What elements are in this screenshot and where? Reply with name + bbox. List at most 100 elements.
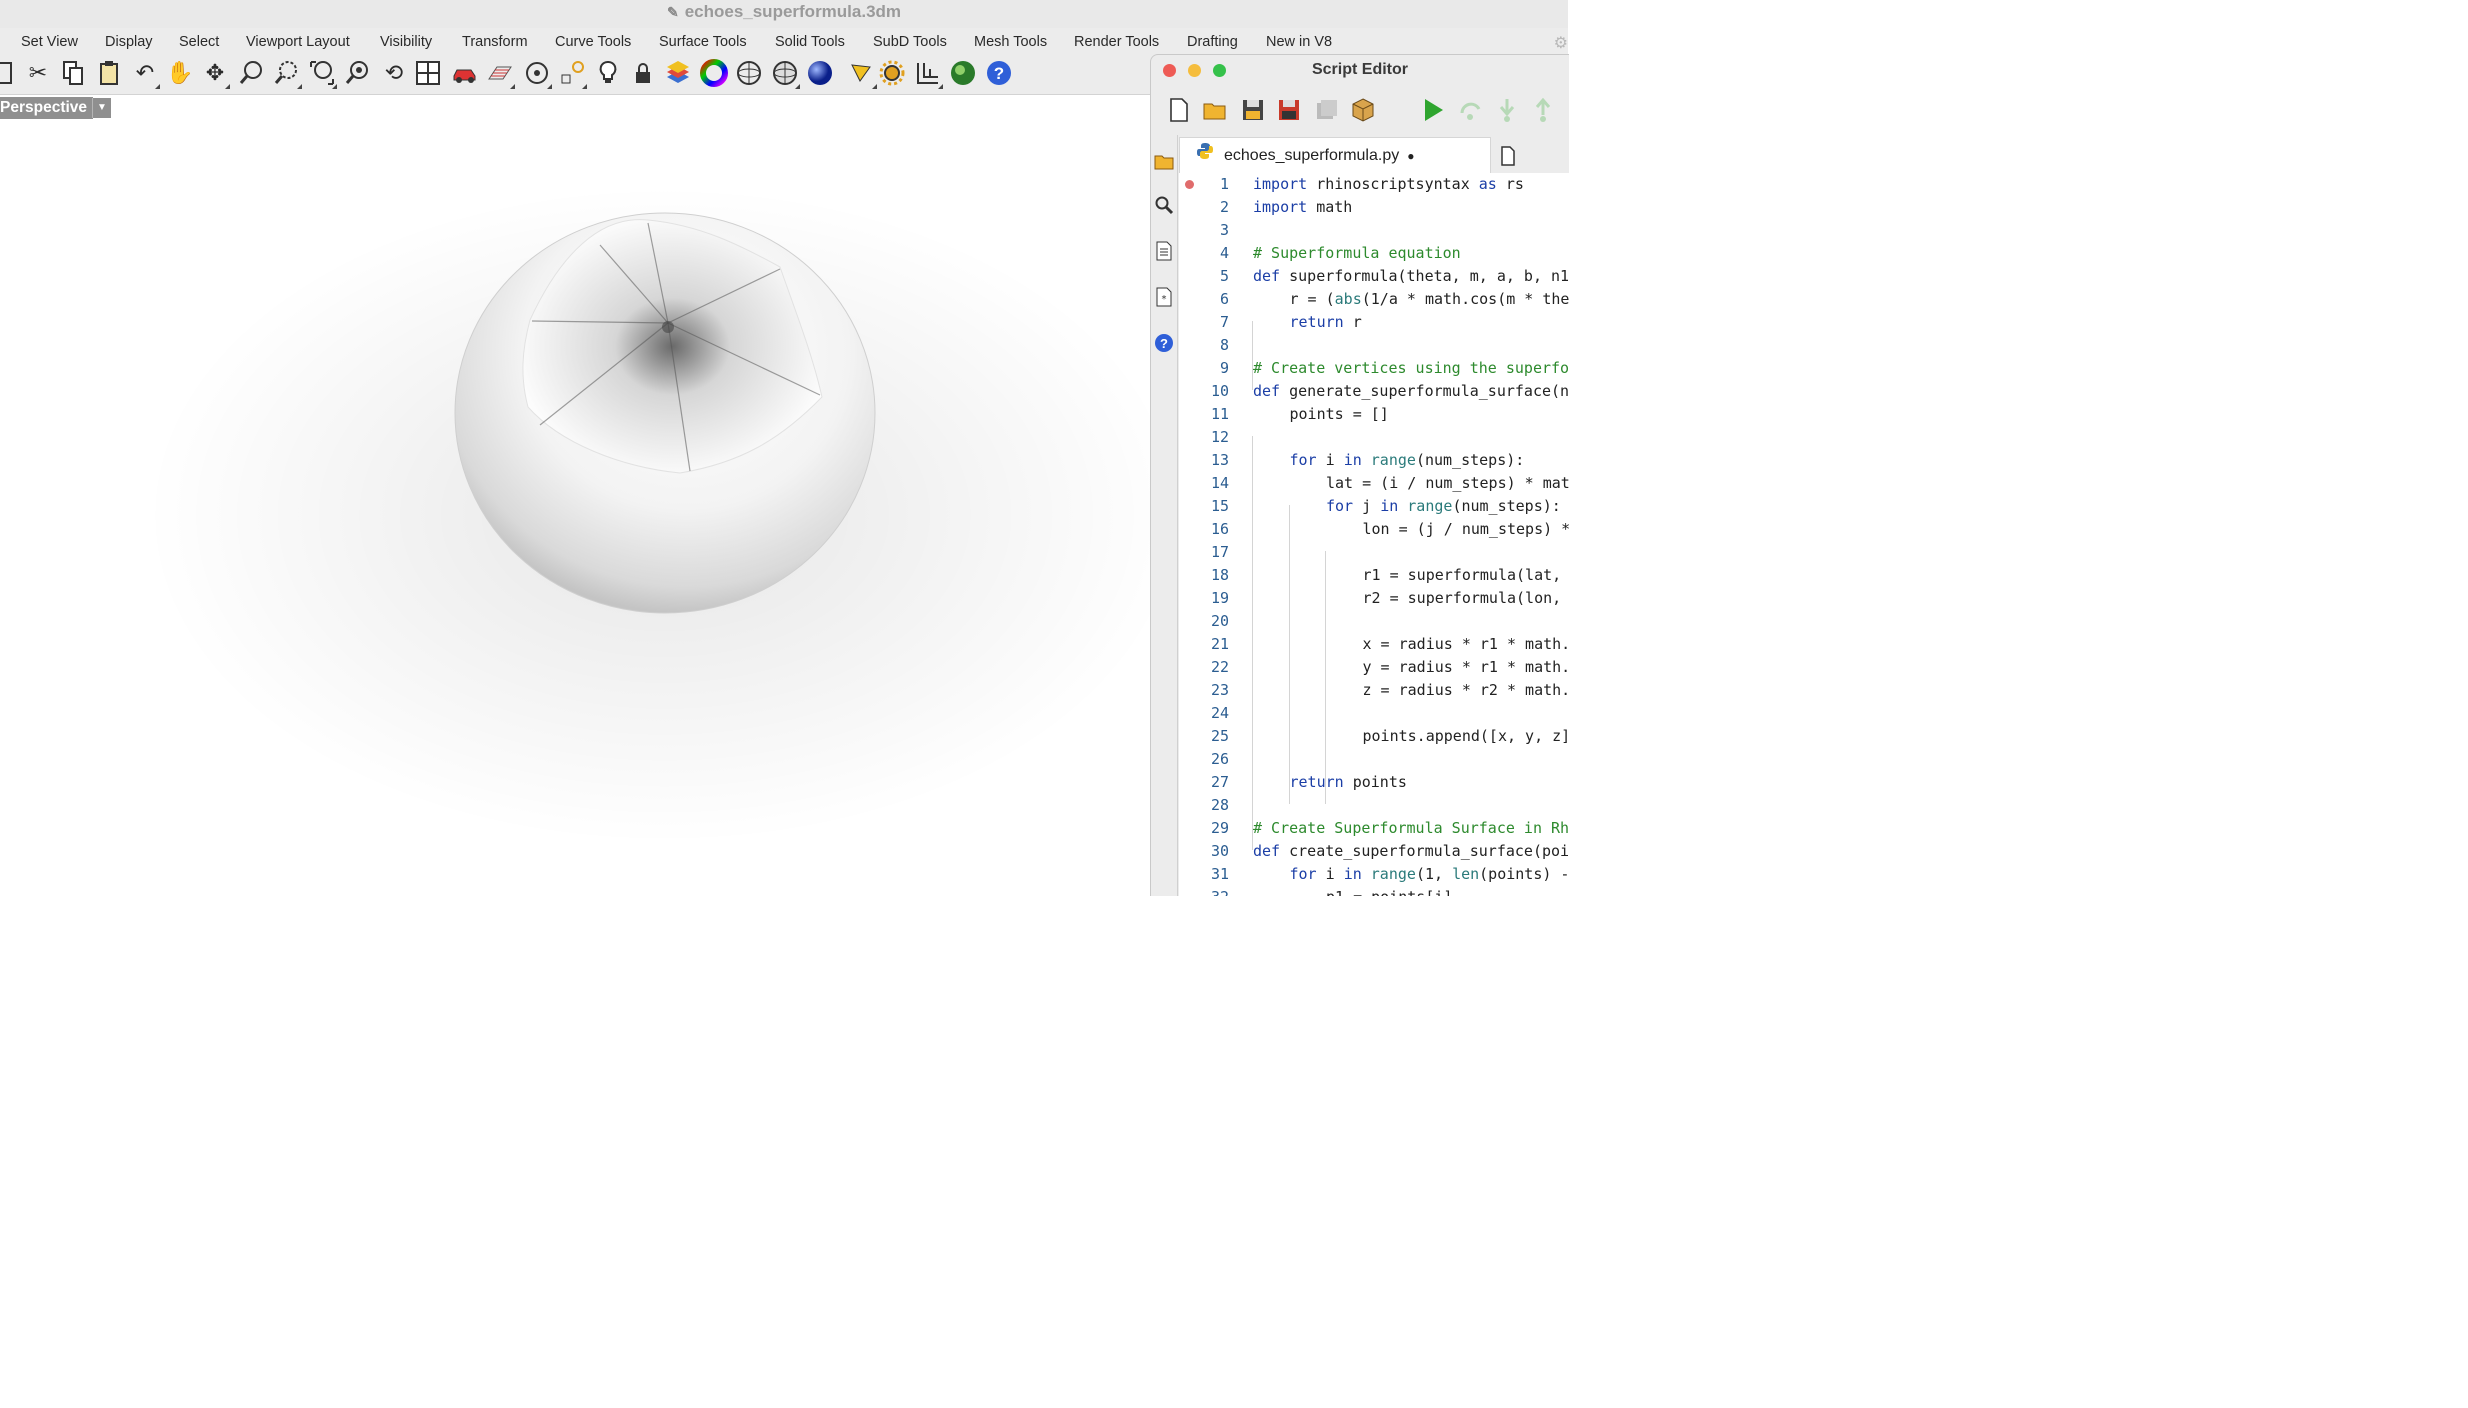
cut-icon[interactable]: ✂ [23, 58, 53, 88]
save-all-icon[interactable] [1313, 96, 1341, 124]
line-number: 29 [1210, 819, 1229, 837]
tab-transform[interactable]: Transform [462, 34, 528, 50]
code-text: y = radius * r1 * math. [1362, 658, 1570, 676]
line-number: 21 [1210, 635, 1229, 653]
document-list-icon[interactable] [1154, 241, 1174, 261]
copy-icon[interactable] [58, 58, 88, 88]
tab-display[interactable]: Display [105, 34, 153, 50]
undo-view-icon[interactable]: ⟲ [379, 58, 409, 88]
layer-icon[interactable] [663, 58, 693, 88]
viewport-label[interactable]: Perspective [0, 97, 94, 119]
step-over-icon[interactable] [1457, 96, 1485, 124]
chevron-down-icon[interactable]: ▼ [92, 98, 111, 118]
tab-select[interactable]: Select [179, 34, 219, 50]
tab-new-in-v8[interactable]: New in V8 [1266, 34, 1332, 50]
window-title: echoes_superformula.3dm [684, 2, 902, 21]
undo-icon[interactable]: ↶ [130, 58, 160, 89]
line-number: 26 [1210, 750, 1229, 768]
zoom-selected-icon[interactable] [343, 58, 373, 88]
search-icon[interactable] [1154, 195, 1174, 215]
code-text: def create_superformula_surface(poi [1253, 842, 1569, 860]
tab-mesh-tools[interactable]: Mesh Tools [974, 34, 1047, 50]
code-editor[interactable]: 1 import rhinoscriptsyntax as rs 2 import m… [1179, 173, 1569, 896]
gear-icon[interactable]: ⚙ [1554, 33, 1568, 53]
tab-render-tools[interactable]: Render Tools [1074, 34, 1159, 50]
line-number: 31 [1210, 865, 1229, 883]
line-number: 8 [1219, 336, 1229, 354]
superformula-model [145, 185, 1150, 845]
wireframe-sphere-icon[interactable] [734, 58, 764, 88]
code-text: lon = (j / num_steps) * [1362, 520, 1570, 538]
open-folder-icon[interactable] [1201, 96, 1229, 124]
color-wheel-icon[interactable] [699, 58, 729, 88]
line-number: 28 [1210, 796, 1229, 814]
step-into-icon[interactable] [1493, 96, 1521, 124]
step-out-icon[interactable] [1529, 96, 1557, 124]
tab-curve-tools[interactable]: Curve Tools [555, 34, 631, 50]
grid-plane-icon[interactable] [485, 58, 515, 89]
document-icon: ✎ [666, 4, 679, 20]
tab-surface-tools[interactable]: Surface Tools [659, 34, 747, 50]
dimension-icon[interactable] [847, 58, 877, 89]
cplane-icon[interactable] [557, 58, 587, 89]
rotate-view-icon[interactable]: ✥ [200, 58, 230, 89]
line-number: 25 [1210, 727, 1229, 745]
explorer-folder-icon[interactable] [1154, 151, 1174, 171]
new-file-icon[interactable] [1165, 96, 1193, 124]
line-number: 12 [1210, 428, 1229, 446]
tab-drafting[interactable]: Drafting [1187, 34, 1238, 50]
code-text: for j in range(num_steps): [1326, 497, 1561, 515]
zoom-extents-icon[interactable] [307, 58, 337, 89]
snap-grid-icon[interactable] [913, 58, 943, 89]
file-tab[interactable]: echoes_superformula.py ● [1179, 137, 1491, 174]
code-text: z = radius * r2 * math. [1362, 681, 1570, 699]
line-number: 17 [1210, 543, 1229, 561]
svg-text:*: * [1162, 294, 1167, 305]
line-number: 5 [1219, 267, 1229, 285]
code-text: # Create vertices using the superfo [1253, 359, 1569, 377]
shaded-sphere-icon[interactable] [770, 58, 800, 89]
snippet-icon[interactable]: * [1154, 287, 1174, 307]
four-viewports-icon[interactable] [413, 58, 443, 88]
tab-set-view[interactable]: Set View [21, 34, 78, 50]
lock-icon[interactable] [628, 58, 658, 88]
save-as-icon[interactable] [1275, 96, 1303, 124]
script-editor-title: Script Editor [1311, 61, 1408, 78]
code-text: points.append([x, y, z] [1362, 727, 1570, 745]
indent-guide [1325, 551, 1326, 804]
tab-visibility[interactable]: Visibility [380, 34, 432, 50]
help-icon[interactable]: ? [984, 58, 1014, 88]
zoom-window-icon[interactable] [272, 58, 302, 89]
named-position-icon[interactable] [522, 58, 552, 89]
rendered-sphere-icon[interactable] [805, 58, 835, 88]
line-number: 24 [1210, 704, 1229, 722]
code-text: r2 = superformula(lon, [1362, 589, 1562, 607]
help-icon[interactable]: ? [1154, 333, 1174, 353]
perspective-viewport[interactable]: Perspective ▼ [0, 95, 1150, 895]
car-render-icon[interactable] [450, 58, 480, 88]
line-number: 15 [1210, 497, 1229, 515]
code-text: import math [1253, 198, 1353, 216]
paste-icon[interactable] [94, 58, 124, 88]
script-editor-panel: Script Editor * ? echoes_superformula.py… [1150, 54, 1569, 896]
gear-options-icon[interactable] [877, 58, 907, 88]
save-icon[interactable] [1239, 96, 1267, 124]
light-bulb-icon[interactable] [593, 58, 623, 88]
code-text: points = [] [1289, 405, 1389, 423]
copy-properties-icon[interactable] [0, 58, 22, 88]
zoom-dynamic-icon[interactable] [237, 58, 267, 88]
run-script-icon[interactable] [1419, 96, 1447, 124]
tab-viewport-layout[interactable]: Viewport Layout [246, 34, 350, 50]
code-text: import rhinoscriptsyntax as rs [1253, 175, 1524, 193]
tab-solid-tools[interactable]: Solid Tools [775, 34, 845, 50]
line-number: 20 [1210, 612, 1229, 630]
tab-subd-tools[interactable]: SubD Tools [873, 34, 947, 50]
new-tab-icon[interactable] [1497, 145, 1519, 167]
line-number: 32 [1179, 886, 1229, 896]
pan-hand-icon[interactable]: ✋ [165, 58, 195, 88]
globe-render-icon[interactable] [948, 58, 978, 88]
line-number: 22 [1210, 658, 1229, 676]
ribbon-tabs: Set View Display Select Viewport Layout … [0, 28, 1568, 54]
line-number: 18 [1210, 566, 1229, 584]
package-icon[interactable] [1349, 96, 1377, 124]
